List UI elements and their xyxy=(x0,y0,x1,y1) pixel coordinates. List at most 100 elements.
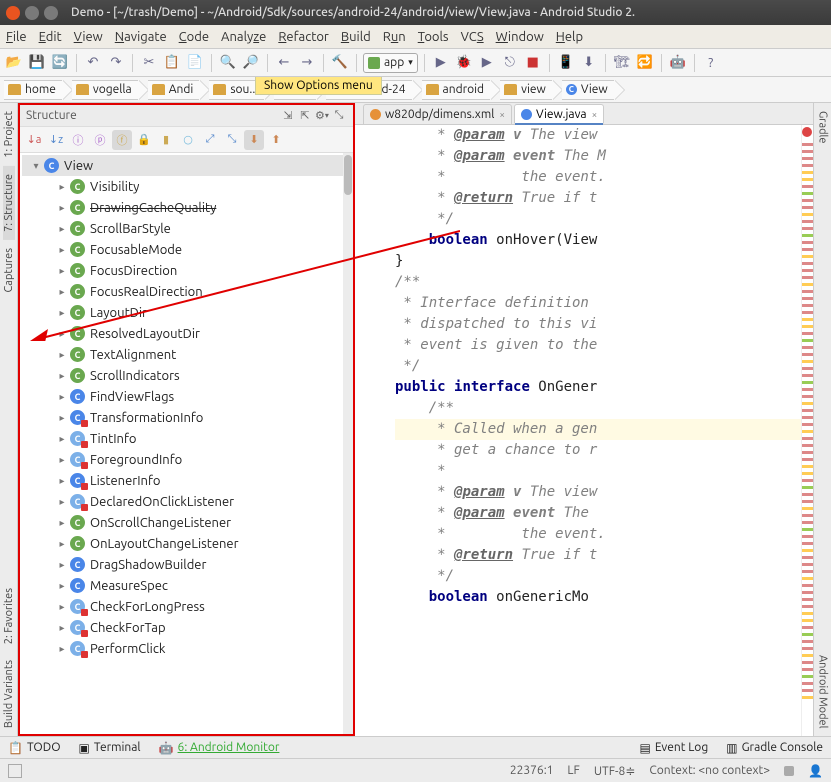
run-icon[interactable]: ▶ xyxy=(431,53,451,73)
find-icon[interactable]: 🔍 xyxy=(218,53,238,73)
tree-item[interactable]: ▸CFindViewFlags xyxy=(22,386,351,407)
show-inherited-icon[interactable]: ▮ xyxy=(156,130,176,150)
make-icon[interactable]: 🔨 xyxy=(330,53,350,73)
tree-item[interactable]: ▸CTransformationInfo xyxy=(22,407,351,428)
tree-item[interactable]: ▸COnLayoutChangeListener xyxy=(22,533,351,554)
structure-icon[interactable]: 🏗 xyxy=(612,53,632,73)
refresh-icon[interactable]: 🔄 xyxy=(50,53,70,73)
menu-vcs[interactable]: VCS xyxy=(461,30,484,44)
redo-icon[interactable]: ↷ xyxy=(106,53,126,73)
tree-item[interactable]: ▸CDeclaredOnClickListener xyxy=(22,491,351,512)
code-editor[interactable]: * @param v The view * @param event The M… xyxy=(355,125,813,736)
breadcrumb-item[interactable]: android xyxy=(422,80,491,100)
forward-icon[interactable]: → xyxy=(297,53,317,73)
android-icon[interactable]: 🤖 xyxy=(668,53,688,73)
collapse-all-icon[interactable]: ⇱ xyxy=(297,108,313,124)
tool-captures[interactable]: Captures xyxy=(3,240,15,300)
back-icon[interactable]: ← xyxy=(274,53,294,73)
error-indicator-icon[interactable] xyxy=(802,127,812,137)
tree-twisty-icon[interactable]: ▸ xyxy=(56,265,68,277)
menu-analyze[interactable]: Analyze xyxy=(221,30,266,44)
tree-item[interactable]: ▸COnScrollChangeListener xyxy=(22,512,351,533)
tree-twisty-icon[interactable]: ▸ xyxy=(56,622,68,634)
run-config-combo[interactable]: app ▾ xyxy=(363,53,418,73)
tree-twisty-icon[interactable]: ▸ xyxy=(56,496,68,508)
sdk-icon[interactable]: ⬇ xyxy=(579,53,599,73)
tree-twisty-icon[interactable]: ▸ xyxy=(56,538,68,550)
menu-window[interactable]: Window xyxy=(496,30,544,44)
menu-refactor[interactable]: Refactor xyxy=(278,30,329,44)
tree-item[interactable]: ▸CLayoutDir xyxy=(22,302,351,323)
status-lock-icon[interactable] xyxy=(784,766,794,776)
autoscroll-source-icon[interactable]: ⬇ xyxy=(244,130,264,150)
show-anon-icon[interactable]: ○ xyxy=(178,130,198,150)
tool-project[interactable]: 1: Project xyxy=(3,103,15,166)
status-corner-icon[interactable] xyxy=(8,764,22,778)
menu-help[interactable]: Help xyxy=(556,30,583,44)
tool-build-variants[interactable]: Build Variants xyxy=(3,652,15,736)
tree-item[interactable]: ▸CDragShadowBuilder xyxy=(22,554,351,575)
breadcrumb-item[interactable]: Andi xyxy=(148,80,200,100)
tree-item[interactable]: ▸CCheckForTap xyxy=(22,617,351,638)
tree-twisty-icon[interactable]: ▸ xyxy=(56,475,68,487)
close-tab-icon[interactable]: × xyxy=(499,109,505,120)
tree-item[interactable]: ▸CMeasureSpec xyxy=(22,575,351,596)
tree-twisty-icon[interactable]: ▸ xyxy=(56,370,68,382)
undo-icon[interactable]: ↶ xyxy=(83,53,103,73)
tree-twisty-icon[interactable]: ▸ xyxy=(56,181,68,193)
tree-twisty-icon[interactable]: ▸ xyxy=(56,454,68,466)
maximize-window-icon[interactable] xyxy=(44,6,58,20)
tree-item[interactable]: ▸CScrollIndicators xyxy=(22,365,351,386)
sort-visibility-icon[interactable]: ↓z xyxy=(46,130,66,150)
tree-item[interactable]: ▸CResolvedLayoutDir xyxy=(22,323,351,344)
replace-icon[interactable]: 🔎 xyxy=(241,53,261,73)
tree-twisty-icon[interactable]: ▾ xyxy=(30,160,42,172)
breadcrumb-class[interactable]: CView xyxy=(562,80,614,100)
status-line-ending[interactable]: LF xyxy=(567,764,579,777)
avd-icon[interactable]: 📱 xyxy=(556,53,576,73)
tree-twisty-icon[interactable]: ▸ xyxy=(56,286,68,298)
tree-item[interactable]: ▸CCheckForLongPress xyxy=(22,596,351,617)
menu-code[interactable]: Code xyxy=(179,30,209,44)
options-icon[interactable]: ⚙▾ xyxy=(314,108,330,124)
close-window-icon[interactable] xyxy=(6,6,20,20)
tree-item[interactable]: ▾CView xyxy=(22,155,351,176)
status-context[interactable]: Context: <no context> xyxy=(649,764,770,777)
save-icon[interactable]: 💾 xyxy=(27,53,47,73)
tree-item[interactable]: ▸CForegroundInfo xyxy=(22,449,351,470)
open-icon[interactable]: 📂 xyxy=(4,53,24,73)
breadcrumb-item[interactable]: view xyxy=(500,80,552,100)
tool-gradle[interactable]: Gradle xyxy=(817,103,829,152)
tree-twisty-icon[interactable]: ▸ xyxy=(56,223,68,235)
tree-twisty-icon[interactable]: ▸ xyxy=(56,517,68,529)
sync-icon[interactable]: 🔁 xyxy=(635,53,655,73)
status-hector-icon[interactable]: 👤 xyxy=(808,764,823,778)
menu-view[interactable]: View xyxy=(74,30,103,44)
tree-twisty-icon[interactable]: ▸ xyxy=(56,643,68,655)
attach-icon[interactable]: ⎋ xyxy=(500,53,520,73)
status-encoding[interactable]: UTF-8≑ xyxy=(594,764,636,778)
tree-item[interactable]: ▸CFocusRealDirection xyxy=(22,281,351,302)
tree-twisty-icon[interactable]: ▸ xyxy=(56,391,68,403)
tool-favorites[interactable]: 2: Favorites xyxy=(3,580,15,652)
tree-item[interactable]: ▸CListenerInfo xyxy=(22,470,351,491)
autoscroll-from-icon[interactable]: ⬆ xyxy=(266,130,286,150)
editor-tab[interactable]: w820dp/dimens.xml× xyxy=(363,104,512,124)
tool-structure[interactable]: 7: Structure xyxy=(3,166,15,240)
tree-twisty-icon[interactable]: ▸ xyxy=(56,307,68,319)
show-interfaces-icon[interactable]: ⓘ xyxy=(68,130,88,150)
panel-scrollbar[interactable] xyxy=(343,153,353,734)
show-properties-icon[interactable]: ⓟ xyxy=(90,130,110,150)
tree-twisty-icon[interactable]: ▸ xyxy=(56,202,68,214)
tree-item[interactable]: ▸CVisibility xyxy=(22,176,351,197)
menu-tools[interactable]: Tools xyxy=(418,30,449,44)
hide-panel-icon[interactable]: ⤡ xyxy=(331,108,347,124)
editor-tab[interactable]: View.java× xyxy=(514,104,604,124)
overview-ruler[interactable] xyxy=(801,125,813,736)
tree-twisty-icon[interactable]: ▸ xyxy=(56,349,68,361)
breadcrumb-item[interactable]: home xyxy=(4,80,62,100)
cut-icon[interactable]: ✂ xyxy=(139,53,159,73)
menu-navigate[interactable]: Navigate xyxy=(115,30,167,44)
copy-icon[interactable]: 📋 xyxy=(162,53,182,73)
tree-item[interactable]: ▸CDrawingCacheQuality xyxy=(22,197,351,218)
